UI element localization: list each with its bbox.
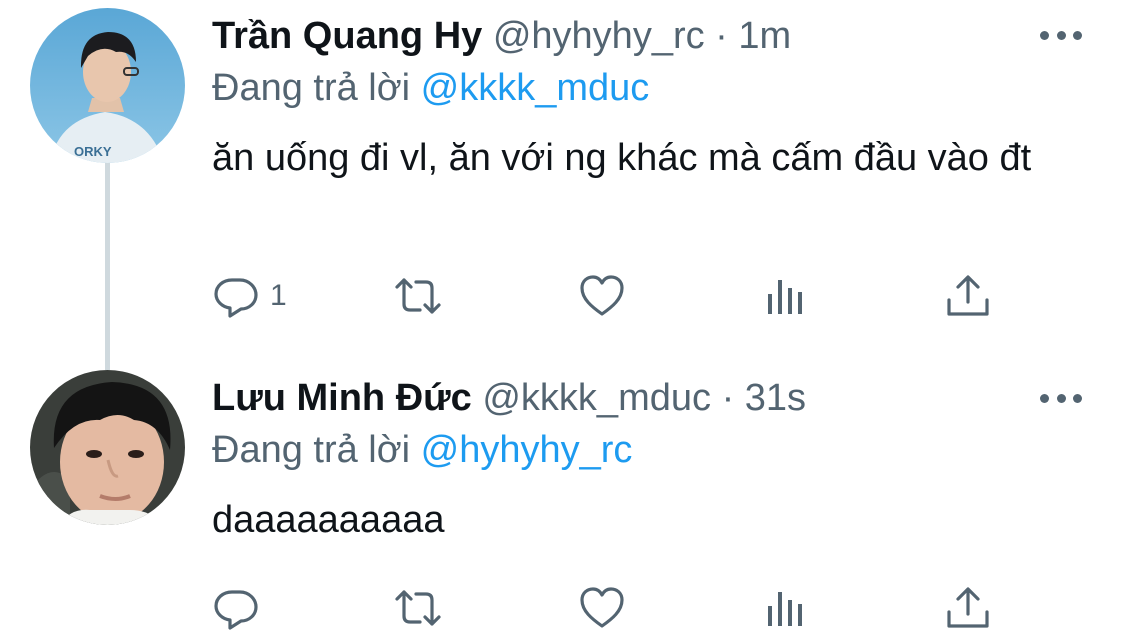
mention-link[interactable]: @hyhyhy_rc	[421, 429, 633, 471]
mention-link[interactable]: @kkkk_mduc	[421, 67, 650, 109]
analytics-button[interactable]	[762, 584, 810, 632]
more-dot	[1056, 30, 1066, 40]
retweet-button[interactable]	[394, 272, 442, 320]
share-button[interactable]	[944, 272, 992, 320]
share-icon	[947, 587, 989, 628]
more-icon[interactable]	[1040, 29, 1082, 41]
analytics-button[interactable]	[762, 272, 810, 320]
reply-count: 1	[270, 279, 287, 312]
replying-to-label: Đang trả lời	[212, 67, 411, 109]
user-handle[interactable]: @hyhyhy_rc	[493, 15, 705, 57]
avatar-image: ORKY	[30, 8, 185, 163]
heart-icon	[580, 587, 624, 628]
share-icon	[947, 275, 989, 316]
display-name[interactable]: Trần Quang Hy	[212, 15, 482, 57]
retweet-icon	[395, 278, 441, 314]
like-button[interactable]	[578, 584, 626, 632]
avatar[interactable]: ORKY	[30, 8, 185, 163]
separator-dot: ·	[715, 15, 728, 57]
tweet-text: daaaaaaaaaa	[212, 499, 445, 541]
replying-to: Đang trả lời @kkkk_mduc	[212, 66, 649, 110]
like-button[interactable]	[578, 272, 626, 320]
share-button[interactable]	[944, 584, 992, 632]
more-icon[interactable]	[1040, 392, 1082, 404]
more-dot	[1073, 393, 1082, 403]
separator-dot: ·	[721, 377, 735, 419]
svg-text:ORKY: ORKY	[74, 144, 112, 159]
analytics-icon	[768, 280, 802, 314]
more-dot	[1056, 393, 1066, 403]
more-dot	[1040, 393, 1049, 403]
retweet-icon	[395, 590, 441, 626]
reply-button[interactable]	[212, 584, 270, 632]
heart-icon	[580, 275, 624, 316]
reply-icon	[214, 278, 258, 318]
tweet-actions: 1	[212, 272, 1012, 320]
reply-button[interactable]: 1	[212, 272, 287, 320]
retweet-button[interactable]	[394, 584, 442, 632]
tweet-header: Trần Quang Hy @hyhyhy_rc · 1m	[212, 14, 791, 58]
timestamp[interactable]: 1m	[738, 15, 791, 57]
tweet-actions	[212, 584, 1012, 632]
timestamp[interactable]: 31s	[745, 377, 806, 419]
tweet-header: Lưu Minh Đức @kkkk_mduc · 31s	[212, 376, 806, 420]
reply-icon	[214, 590, 258, 630]
user-handle[interactable]: @kkkk_mduc	[482, 377, 711, 419]
display-name[interactable]: Lưu Minh Đức	[212, 377, 472, 419]
avatar[interactable]	[30, 370, 185, 525]
thread-connector-line	[105, 160, 110, 370]
replying-to-label: Đang trả lời	[212, 429, 411, 471]
replying-to: Đang trả lời @hyhyhy_rc	[212, 428, 632, 472]
more-dot	[1040, 30, 1049, 40]
tweet-text: ăn uống đi vl, ăn với ng khác mà cấm đầu…	[212, 137, 1032, 179]
analytics-icon	[768, 592, 802, 626]
avatar-image	[30, 370, 185, 525]
more-dot	[1073, 30, 1082, 40]
